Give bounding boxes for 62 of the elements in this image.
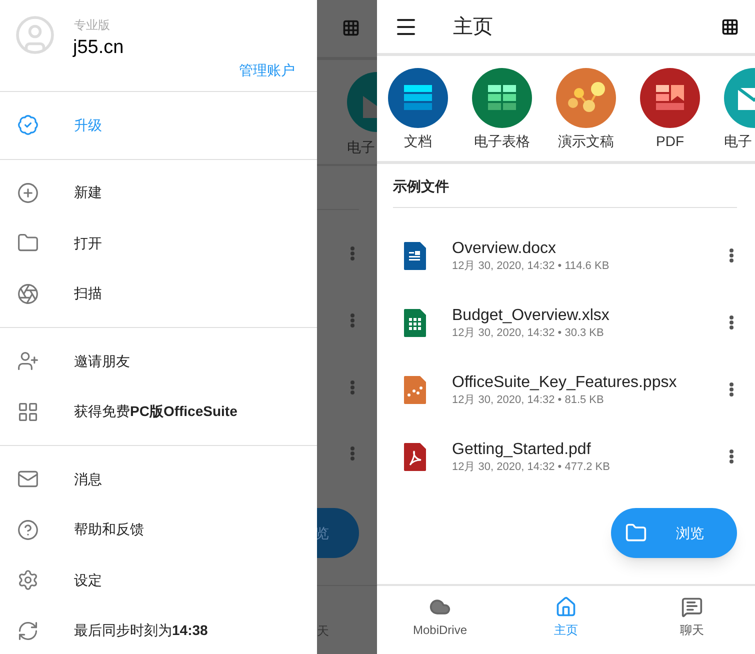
menu-item[interactable]: 扫描 <box>0 268 317 319</box>
category-button[interactable]: 电子 <box>724 68 755 161</box>
home-icon <box>555 596 577 618</box>
presentation-icon <box>404 376 426 404</box>
section-title: 示例文件 <box>393 164 737 208</box>
file-details: 12月 30, 2020, 14:32 • 477.2 KB <box>452 460 610 474</box>
presentation-icon <box>556 68 616 128</box>
document-icon <box>404 242 426 270</box>
document-icon <box>388 68 448 128</box>
folder-icon <box>625 522 647 544</box>
settings-icon <box>17 569 39 592</box>
more-icon <box>350 380 355 395</box>
more-icon[interactable] <box>729 449 734 464</box>
pdf-icon <box>404 442 426 470</box>
menu-item[interactable]: 新建 <box>0 168 317 218</box>
windows-icon <box>17 400 39 423</box>
spreadsheet-icon <box>472 68 532 128</box>
badge-icon <box>17 114 39 136</box>
menu-item[interactable]: 消息 <box>0 454 317 504</box>
help-icon <box>17 518 39 541</box>
grid-icon[interactable] <box>721 18 739 36</box>
file-details: 12月 30, 2020, 14:32 • 114.6 KB <box>452 258 610 272</box>
more-icon <box>350 313 355 328</box>
file-name: OfficeSuite_Key_Features.ppsx <box>452 372 677 392</box>
file-name: Overview.docx <box>452 238 558 258</box>
add-person-icon <box>17 350 39 372</box>
add-icon <box>17 182 39 204</box>
file-details: 12月 30, 2020, 14:32 • 81.5 KB <box>452 392 605 406</box>
menu-item[interactable]: 邀请朋友 <box>0 336 317 386</box>
menu-item[interactable]: 帮助和反馈 <box>0 504 317 555</box>
file-name: Budget_Overview.xlsx <box>452 306 610 326</box>
menu-item[interactable]: 获得免费PC版OfficeSuite <box>0 386 317 437</box>
edition-label: 专业版 <box>74 17 110 34</box>
menu-item[interactable]: 最后同步时刻为14:38 <box>0 606 317 654</box>
file-row[interactable]: Overview.docx 12月 30, 2020, 14:32 • 114.6 KB <box>377 222 755 289</box>
file-name: Getting_Started.pdf <box>452 440 592 460</box>
aperture-icon <box>17 282 39 305</box>
more-icon[interactable] <box>729 382 734 397</box>
nav-tab[interactable]: MobiDrive <box>377 586 503 654</box>
category-button[interactable]: PDF <box>640 68 700 161</box>
more-icon[interactable] <box>729 315 734 330</box>
spreadsheet-icon <box>404 308 426 336</box>
more-icon[interactable] <box>729 248 734 263</box>
page-title: 主页 <box>453 14 493 40</box>
menu-item[interactable]: 设定 <box>0 555 317 606</box>
menu-item[interactable]: 打开 <box>0 218 317 268</box>
pdf-icon <box>640 68 700 128</box>
category-button[interactable]: 文档 <box>388 68 448 161</box>
sync-icon <box>17 620 39 642</box>
more-icon <box>350 246 355 261</box>
grid-icon <box>342 19 360 37</box>
category-button[interactable]: 电子表格 <box>472 68 532 161</box>
file-row[interactable]: Getting_Started.pdf 12月 30, 2020, 14:32 • 477.2 KB <box>377 423 755 490</box>
category-label: 电子 <box>347 138 375 157</box>
category-button[interactable]: 演示文稿 <box>556 68 616 161</box>
file-row[interactable]: Budget_Overview.xlsx 12月 30, 2020, 14:32 • 30.3 KB <box>377 289 755 356</box>
chat-icon <box>681 596 703 618</box>
file-row[interactable]: OfficeSuite_Key_Features.ppsx 12月 30, 2020, 14:32 • 81.5 KB <box>377 356 755 423</box>
account-name: j55.cn <box>73 36 124 60</box>
file-details: 12月 30, 2020, 14:32 • 30.3 KB <box>452 326 605 340</box>
more-icon <box>350 446 355 461</box>
nav-tab[interactable]: 聊天 <box>629 586 755 654</box>
